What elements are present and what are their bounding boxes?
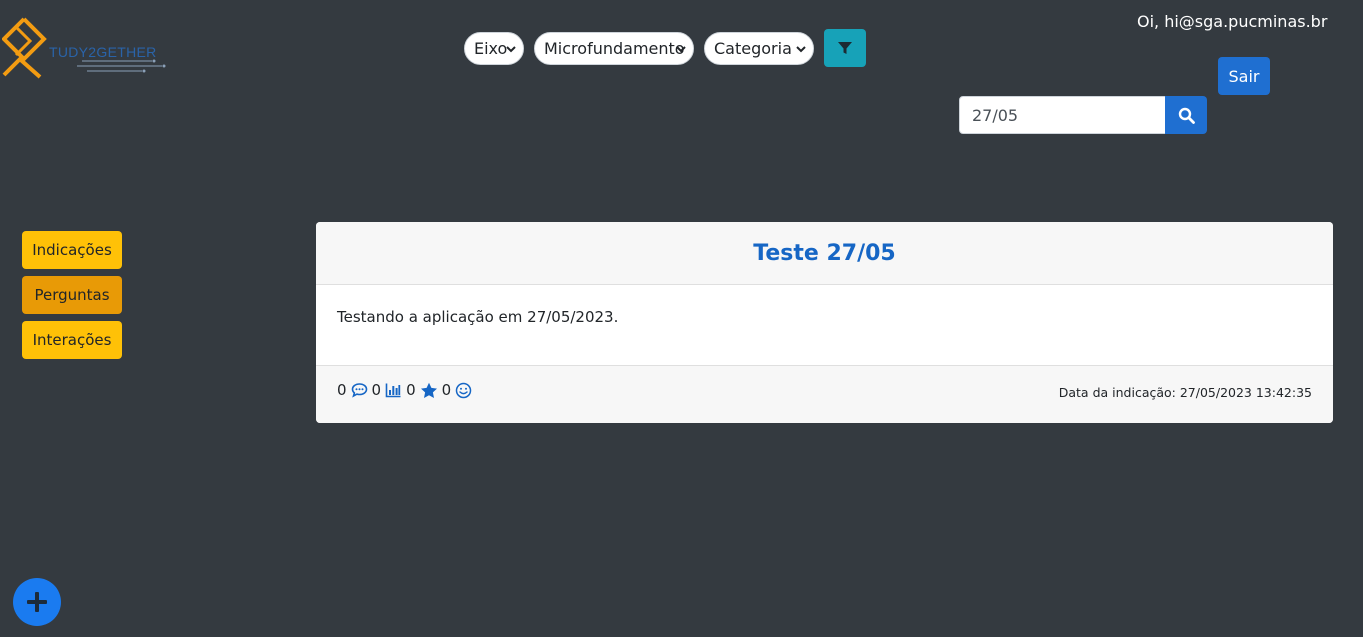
circuit-lines-icon bbox=[77, 59, 166, 73]
search-button[interactable] bbox=[1165, 96, 1207, 134]
sidebar-item-interacoes[interactable]: Interações bbox=[22, 321, 122, 359]
logout-button[interactable]: Sair bbox=[1218, 57, 1270, 95]
plus-icon bbox=[27, 592, 47, 612]
post-body: Testando a aplicação em 27/05/2023. bbox=[337, 308, 619, 326]
sidebar-item-perguntas[interactable]: Perguntas bbox=[22, 276, 122, 314]
eixo-select-value: Eixo bbox=[474, 39, 508, 58]
post-stats: 0 0 0 0 bbox=[337, 381, 476, 399]
filter-button[interactable] bbox=[824, 29, 866, 67]
user-greeting: Oi, hi@sga.pucminas.br bbox=[1137, 12, 1328, 31]
search-input[interactable]: 27/05 bbox=[959, 96, 1166, 134]
star-icon[interactable] bbox=[420, 382, 438, 399]
filter-icon bbox=[838, 42, 852, 54]
categoria-select-value: Categoria bbox=[714, 39, 792, 58]
search-icon bbox=[1178, 107, 1195, 124]
categoria-select[interactable]: Categoria bbox=[704, 32, 814, 65]
chevron-down-icon bbox=[506, 46, 516, 53]
app-logo[interactable]: TUDY2GETHER bbox=[2, 15, 177, 81]
sidebar-item-indicacoes[interactable]: Indicações bbox=[22, 231, 122, 269]
microfundamento-select-value: Microfundamento bbox=[544, 39, 685, 58]
comment-count: 0 bbox=[337, 381, 347, 399]
star-count: 0 bbox=[406, 381, 416, 399]
comment-icon[interactable] bbox=[351, 382, 368, 398]
post-date: Data da indicação: 27/05/2023 13:42:35 bbox=[1058, 385, 1312, 400]
post-card: Teste 27/05 Testando a aplicação em 27/0… bbox=[316, 222, 1333, 423]
card-footer: 0 0 0 0 Data da indicação: 27/05/2023 13… bbox=[316, 365, 1333, 423]
add-post-button[interactable] bbox=[13, 578, 61, 626]
microfundamento-select[interactable]: Microfundamento bbox=[534, 32, 694, 65]
chevron-down-icon bbox=[796, 46, 806, 53]
chevron-down-icon bbox=[676, 46, 686, 53]
chart-icon[interactable] bbox=[385, 382, 402, 398]
eixo-select[interactable]: Eixo bbox=[464, 32, 524, 65]
chart-count: 0 bbox=[371, 381, 382, 399]
smile-count: 0 bbox=[441, 381, 452, 399]
post-title[interactable]: Teste 27/05 bbox=[753, 241, 895, 266]
smile-icon[interactable] bbox=[455, 382, 472, 399]
card-header: Teste 27/05 bbox=[316, 222, 1333, 285]
